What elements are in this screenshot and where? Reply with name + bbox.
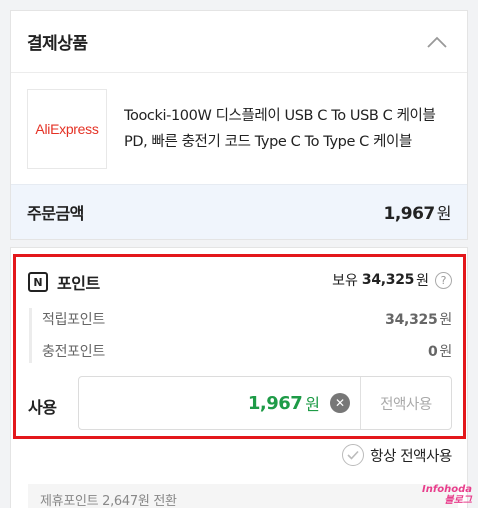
naver-pay-icon: N bbox=[28, 272, 48, 292]
partner-points-notice: 제휴포인트 2,647원 전환 bbox=[28, 484, 458, 508]
section-title: 결제상품 bbox=[27, 34, 88, 54]
order-amount-unit: 원 bbox=[436, 204, 452, 223]
earned-points-label: 적립포인트 bbox=[42, 312, 105, 328]
product-row[interactable]: AliExpress Toocki-100W 디스플레이 USB C To US… bbox=[11, 73, 467, 184]
holding-label: 보유 bbox=[332, 273, 358, 289]
watermark-line2: 블로그 bbox=[444, 495, 472, 506]
charged-points-value: 0원 bbox=[428, 341, 452, 361]
earned-points-unit: 원 bbox=[439, 312, 452, 328]
use-label: 사용 bbox=[28, 398, 57, 417]
product-name: Toocki-100W 디스플레이 USB C To USB C 케이블 PD,… bbox=[124, 107, 436, 150]
use-all-button[interactable]: 전액사용 bbox=[360, 377, 451, 429]
points-holding: 보유 34,325 원 ? bbox=[332, 270, 452, 290]
points-title: 포인트 bbox=[57, 274, 100, 293]
order-product-card: 결제상품 AliExpress Toocki-100W 디스플레이 USB C … bbox=[10, 10, 468, 240]
order-amount-number: 1,967 bbox=[383, 204, 435, 224]
product-thumbnail[interactable]: AliExpress bbox=[27, 88, 107, 169]
clear-icon[interactable]: ✕ bbox=[330, 393, 350, 413]
points-use-input[interactable]: 1,967 원 ✕ bbox=[79, 391, 360, 415]
points-use-unit: 원 bbox=[305, 395, 320, 414]
help-icon[interactable]: ? bbox=[435, 271, 452, 289]
chevron-up-icon[interactable] bbox=[423, 28, 451, 56]
charged-points-label: 충전포인트 bbox=[42, 344, 105, 360]
always-use-all-label: 항상 전액사용 bbox=[370, 448, 452, 465]
points-use-value: 1,967 bbox=[247, 392, 303, 414]
points-header: N 포인트 bbox=[28, 270, 100, 294]
section-header[interactable]: 결제상품 bbox=[11, 11, 467, 73]
watermark-line1: Infohoda bbox=[422, 484, 472, 495]
check-icon[interactable] bbox=[342, 444, 365, 466]
order-amount-label: 주문금액 bbox=[27, 204, 84, 223]
earned-points-row: 적립포인트 34,325 원 bbox=[42, 309, 452, 329]
charged-points-number: 0 bbox=[427, 344, 438, 360]
order-amount-row: 주문금액 1,967 원 bbox=[11, 184, 467, 239]
holding-amount: 34,325 bbox=[361, 272, 415, 288]
sub-divider bbox=[29, 308, 32, 363]
always-use-all-checkbox[interactable]: 항상 전액사용 bbox=[342, 444, 452, 466]
charged-points-row: 충전포인트 0원 bbox=[42, 341, 452, 361]
aliexpress-logo: AliExpress bbox=[35, 120, 99, 137]
earned-points-number: 34,325 bbox=[385, 312, 438, 328]
charged-points-unit: 원 bbox=[439, 344, 452, 360]
earned-points-value: 34,325 원 bbox=[385, 309, 452, 329]
order-amount-value: 1,967 원 bbox=[383, 200, 451, 224]
watermark: Infohoda 블로그 bbox=[422, 484, 472, 506]
holding-unit: 원 bbox=[416, 273, 429, 289]
points-use-field[interactable]: 1,967 원 ✕ 전액사용 bbox=[78, 376, 452, 430]
